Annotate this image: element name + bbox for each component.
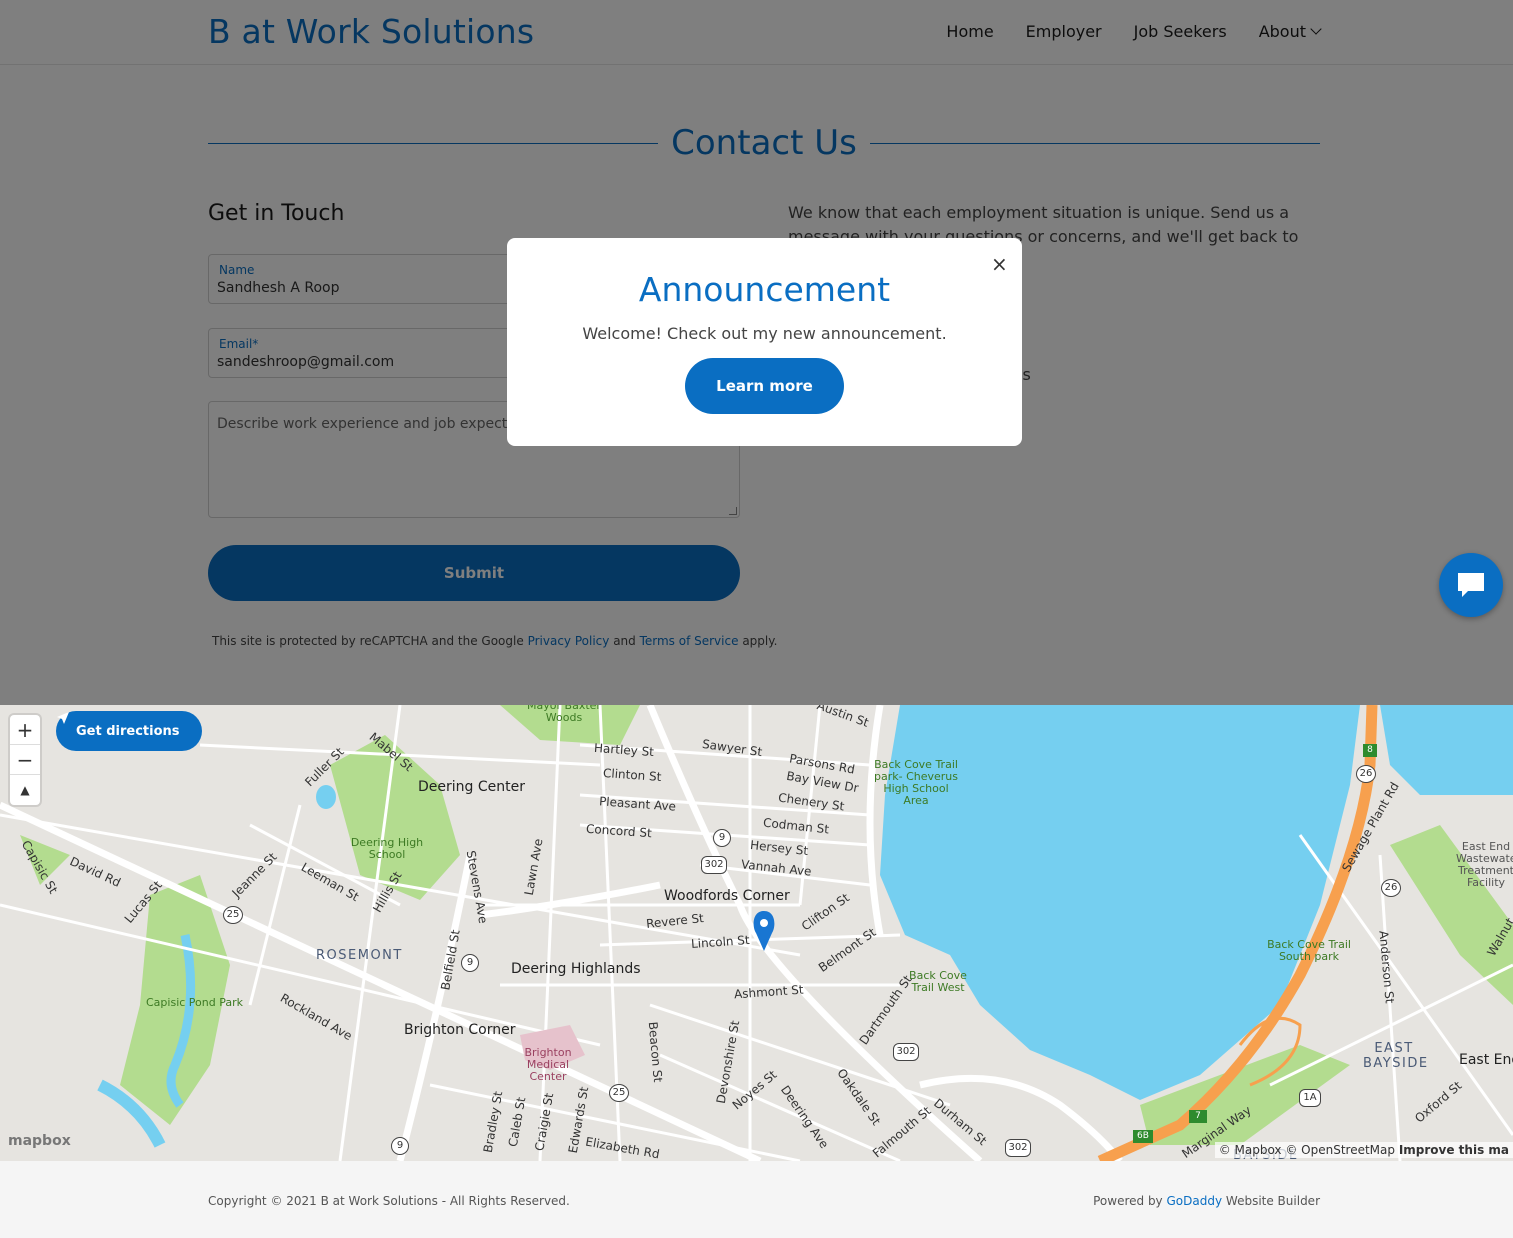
route-shield-25b: 25	[609, 1084, 629, 1102]
route-shield-26b: 26	[1381, 879, 1401, 897]
map-label-brighton-medical: Brighton Medical Center	[524, 1046, 572, 1083]
exit-shield-6b: 6B	[1133, 1130, 1153, 1143]
mapbox-logo[interactable]: mapbox	[8, 1133, 71, 1149]
route-shield-9b: 9	[461, 954, 479, 972]
route-shield-26: 26	[1356, 765, 1376, 783]
navigation-arrow-icon	[57, 712, 69, 724]
exit-shield-7: 7	[1189, 1110, 1207, 1123]
map-label-back-cove-west: Back Cove Trail West	[909, 969, 967, 994]
map-label-deering-hs: Deering High School	[350, 836, 424, 861]
map-label-east-end-wastewater: East End Wastewater Treatment Facility	[1456, 840, 1513, 889]
map-label-woodfords-corner: Woodfords Corner	[664, 888, 790, 904]
map-label-mayor-baxter: Mayor Baxter Woods	[527, 705, 601, 724]
route-shield-9c: 9	[391, 1137, 409, 1155]
get-directions-button[interactable]: Get directions	[56, 711, 202, 751]
map-label-east-end: East End	[1459, 1052, 1513, 1068]
chat-bubble-icon	[1458, 573, 1484, 597]
route-shield-302c: 302	[1005, 1139, 1031, 1157]
map-label-east-bayside: EAST BAYSIDE	[1363, 1041, 1429, 1071]
map-label-deering-highlands: Deering Highlands	[511, 961, 641, 977]
modal-title: Announcement	[638, 270, 891, 309]
map-attribution: © Mapbox © OpenStreetMap Improve this ma	[1214, 1142, 1513, 1158]
map-label-back-cove-cheverus: Back Cove Trail park- Cheverus High Scho…	[873, 758, 958, 807]
zoom-in-button[interactable]: +	[10, 715, 40, 745]
map-label-brighton-corner: Brighton Corner	[404, 1022, 516, 1038]
improve-map-link[interactable]: Improve this ma	[1399, 1143, 1509, 1157]
chat-button[interactable]	[1439, 553, 1503, 617]
route-shield-25: 25	[223, 906, 243, 924]
map-label-rosemont: ROSEMONT	[316, 948, 403, 963]
location-map[interactable]: Deering Center Woodfords Corner Deering …	[0, 705, 1513, 1161]
site-footer: Copyright © 2021 B at Work Solutions - A…	[0, 1161, 1513, 1238]
map-label-capisic-pond: Capisic Pond Park	[146, 996, 243, 1009]
route-shield-302: 302	[701, 856, 727, 874]
map-label-back-cove-south: Back Cove Trail South park	[1267, 938, 1351, 963]
learn-more-button[interactable]: Learn more	[685, 358, 844, 414]
get-directions-label: Get directions	[76, 723, 180, 739]
attribution-text[interactable]: © Mapbox © OpenStreetMap	[1219, 1143, 1395, 1157]
exit-shield-8: 8	[1363, 744, 1377, 757]
announcement-modal: × Announcement Welcome! Check out my new…	[507, 238, 1022, 446]
powered-prefix: Powered by	[1093, 1194, 1163, 1208]
zoom-out-button[interactable]: −	[10, 745, 40, 775]
godaddy-link[interactable]: GoDaddy	[1167, 1194, 1223, 1208]
powered-suffix: Website Builder	[1225, 1194, 1320, 1208]
route-shield-1a: 1A	[1299, 1089, 1321, 1107]
map-label-deering-center: Deering Center	[418, 779, 525, 795]
powered-by: Powered by GoDaddy Website Builder	[1093, 1194, 1320, 1208]
route-shield-9: 9	[713, 829, 731, 847]
copyright-text: Copyright © 2021 B at Work Solutions - A…	[208, 1194, 570, 1208]
modal-text: Welcome! Check out my new announcement.	[582, 324, 947, 343]
route-shield-302b: 302	[893, 1043, 919, 1061]
compass-button[interactable]: ▲	[10, 775, 40, 805]
map-zoom-controls: + − ▲	[10, 715, 40, 805]
